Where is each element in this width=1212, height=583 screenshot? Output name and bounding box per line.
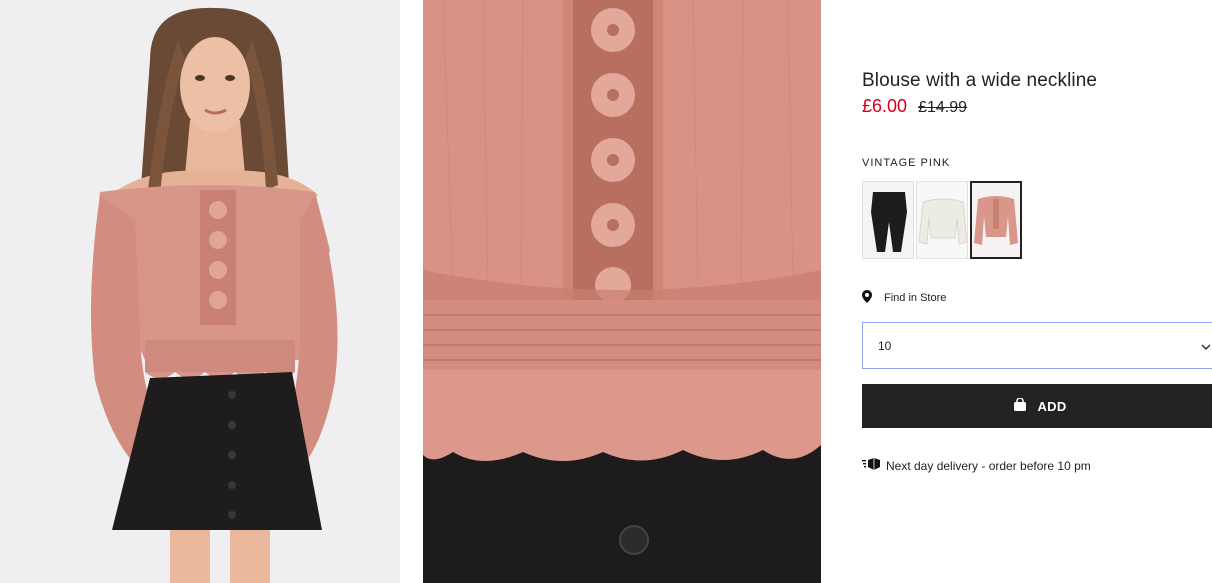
swatch-white-thumbnail bbox=[917, 182, 967, 258]
swatch-vintage-pink[interactable] bbox=[970, 181, 1022, 259]
price-row: £6.00 £14.99 bbox=[862, 96, 967, 117]
shopping-bag-icon bbox=[1013, 397, 1027, 414]
delivery-text: Next day delivery - order before 10 pm bbox=[886, 458, 1091, 473]
sale-price: £6.00 bbox=[862, 96, 908, 116]
product-info-panel: Blouse with a wide neckline £6.00 £14.99… bbox=[862, 0, 1212, 583]
model-photo-illustration bbox=[0, 0, 400, 583]
swatch-pink-thumbnail bbox=[972, 183, 1020, 257]
selected-color-label: VINTAGE PINK bbox=[862, 157, 951, 169]
product-title: Blouse with a wide neckline bbox=[862, 70, 1098, 91]
detail-photo-illustration bbox=[423, 0, 821, 583]
location-pin-icon bbox=[862, 290, 872, 306]
product-image-detail[interactable] bbox=[423, 0, 821, 583]
delivery-info: Next day delivery - order before 10 pm bbox=[862, 458, 1091, 473]
find-in-store-label: Find in Store bbox=[884, 292, 947, 304]
find-in-store-link[interactable]: Find in Store bbox=[862, 290, 946, 306]
swatch-black-thumbnail bbox=[863, 182, 913, 258]
add-to-bag-button[interactable]: ADD bbox=[862, 384, 1212, 428]
original-price: £14.99 bbox=[918, 99, 967, 116]
chevron-down-icon bbox=[1201, 340, 1211, 354]
color-swatches bbox=[862, 181, 1022, 259]
size-select-value: 10 bbox=[878, 338, 892, 353]
size-select[interactable]: 10 bbox=[862, 322, 1212, 369]
delivery-truck-icon bbox=[862, 458, 880, 473]
add-button-label: ADD bbox=[1037, 398, 1067, 414]
swatch-white[interactable] bbox=[916, 181, 968, 259]
product-image-model[interactable] bbox=[0, 0, 400, 583]
swatch-black[interactable] bbox=[862, 181, 914, 259]
